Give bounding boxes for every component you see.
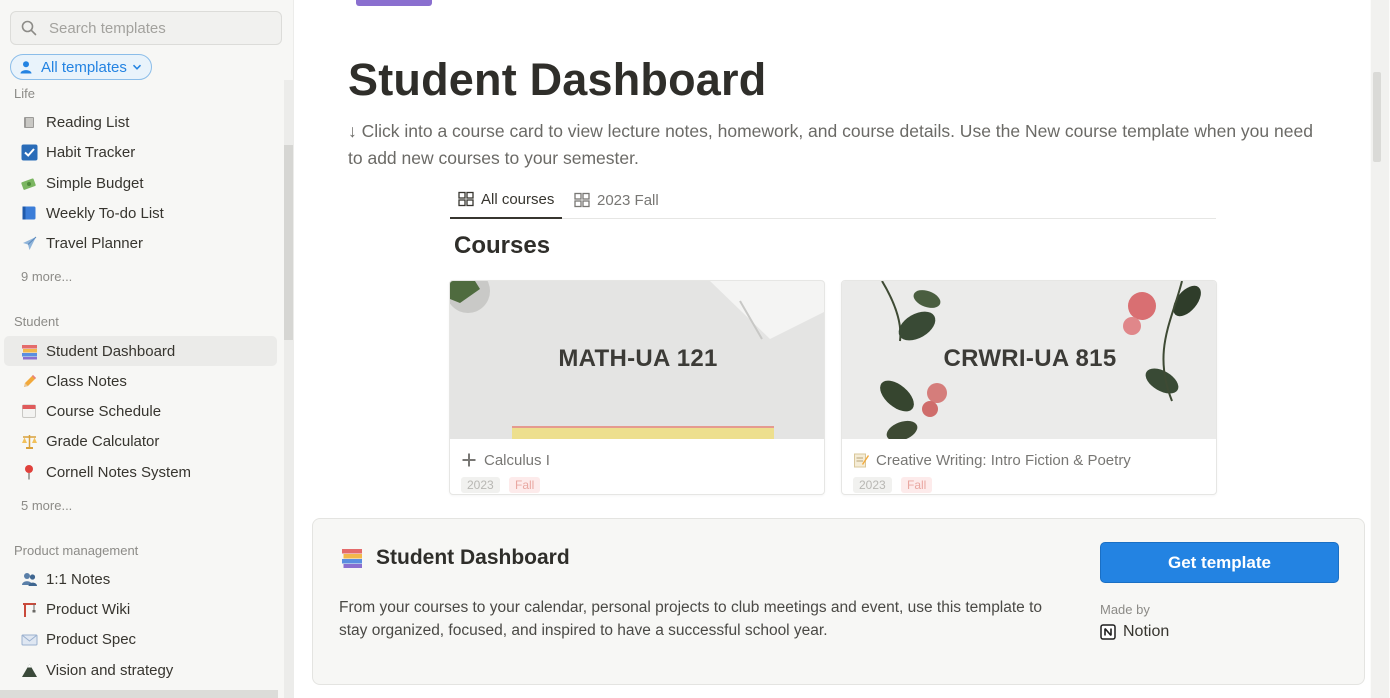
sidebar-item-label: Simple Budget xyxy=(46,174,144,192)
maker-link[interactable]: Notion xyxy=(1100,623,1169,641)
course-card-math[interactable]: MATH-UA 121 Calculus I 2023 Fall xyxy=(449,280,825,495)
search-input[interactable] xyxy=(49,19,269,37)
sidebar-item-label: Cornell Notes System xyxy=(46,463,192,481)
sidebar-item-label: Travel Planner xyxy=(46,234,143,252)
tab-label: 2023 Fall xyxy=(597,191,659,209)
view-tabs: All courses 2023 Fall xyxy=(450,181,1216,219)
mountain-icon xyxy=(20,661,38,679)
card-cover-code: MATH-UA 121 xyxy=(558,345,718,372)
card-title-text: Creative Writing: Intro Fiction & Poetry xyxy=(876,451,1131,469)
sidebar-item-label: Vision and strategy xyxy=(46,661,174,679)
person-icon xyxy=(20,61,32,74)
tag-year: 2023 xyxy=(853,477,892,493)
gallery-icon xyxy=(458,191,474,207)
sidebar-item-class-notes[interactable]: Class Notes xyxy=(4,366,277,396)
courses-heading: Courses xyxy=(454,232,551,259)
panel-title: Student Dashboard xyxy=(376,546,570,569)
people-icon xyxy=(20,570,38,588)
sidebar-item-simple-budget[interactable]: Simple Budget xyxy=(4,168,277,198)
sidebar-scrollbar-thumb[interactable] xyxy=(284,145,293,340)
made-by-label: Made by xyxy=(1100,602,1150,617)
books-icon xyxy=(20,342,38,360)
sidebar-item-label: Student Dashboard xyxy=(46,342,176,360)
card-cover-code: CRWRI-UA 815 xyxy=(943,345,1117,372)
sidebar-item-travel-planner[interactable]: Travel Planner xyxy=(4,228,277,258)
sidebar-item-student-dashboard[interactable]: Student Dashboard xyxy=(4,336,277,366)
money-icon xyxy=(20,174,38,192)
checkbox-icon xyxy=(20,143,38,161)
sidebar-item-vision-strategy[interactable]: Vision and strategy xyxy=(4,655,277,685)
scales-icon xyxy=(20,432,38,450)
tab-2023-fall[interactable]: 2023 Fall xyxy=(566,181,667,219)
memo-icon xyxy=(852,451,870,469)
tag-term: Fall xyxy=(901,477,933,493)
preview-scrollbar-thumb[interactable] xyxy=(1373,72,1381,162)
tag-term: Fall xyxy=(509,477,541,493)
sidebar-item-one-on-one-notes[interactable]: 1:1 Notes xyxy=(4,564,277,594)
airplane-icon xyxy=(20,234,38,252)
student-more-link[interactable]: 5 more... xyxy=(21,498,72,513)
template-filter-dropdown[interactable]: All templates xyxy=(10,54,152,80)
filter-label: All templates xyxy=(41,58,127,76)
notion-logo-icon xyxy=(1100,624,1116,640)
sidebar-item-label: Class Notes xyxy=(46,372,127,390)
sidebar-item-label: Product Spec xyxy=(46,630,137,648)
sidebar-item-label: Habit Tracker xyxy=(46,143,136,161)
page-title: Student Dashboard xyxy=(348,54,767,105)
sidebar-item-product-spec[interactable]: Product Spec xyxy=(4,624,277,654)
sidebar: All templates Life Reading List Habit Tr… xyxy=(0,0,294,698)
gallery-icon xyxy=(574,192,590,208)
tab-all-courses[interactable]: All courses xyxy=(450,181,563,219)
sidebar-item-label: 1:1 Notes xyxy=(46,570,111,588)
section-label-student: Student xyxy=(14,314,59,329)
card-cover-image: MATH-UA 121 xyxy=(450,281,824,439)
sidebar-item-label: Product Wiki xyxy=(46,600,131,618)
sidebar-item-label: Reading List xyxy=(46,113,130,131)
sidebar-item-label: Course Schedule xyxy=(46,402,162,420)
sidebar-item-cornell-notes[interactable]: Cornell Notes System xyxy=(4,457,277,487)
course-card-crwri[interactable]: CRWRI-UA 815 Creative Writing: Intro Fic… xyxy=(841,280,1217,495)
sidebar-item-reading-list[interactable]: Reading List xyxy=(4,107,277,137)
books-cover-icon xyxy=(356,0,432,6)
life-more-link[interactable]: 9 more... xyxy=(21,269,72,284)
section-label-product-management: Product management xyxy=(14,543,139,558)
tab-label: All courses xyxy=(481,190,555,208)
sidebar-item-weekly-todo[interactable]: Weekly To-do List xyxy=(4,198,277,228)
sidebar-item-product-wiki[interactable]: Product Wiki xyxy=(4,594,277,624)
card-title: Calculus I xyxy=(460,451,550,469)
card-title-text: Calculus I xyxy=(484,451,550,469)
maker-name: Notion xyxy=(1123,623,1170,640)
chevron-down-icon xyxy=(132,64,141,70)
get-template-button[interactable]: Get template xyxy=(1100,542,1339,583)
book-icon xyxy=(20,113,38,131)
template-info-panel: Student Dashboard From your courses to y… xyxy=(312,518,1365,685)
calendar-icon xyxy=(20,402,38,420)
page-description: ↓ Click into a course card to view lectu… xyxy=(348,121,1313,168)
plus-icon xyxy=(460,451,478,469)
tag-year: 2023 xyxy=(461,477,500,493)
envelope-icon xyxy=(20,630,38,648)
pencil-icon xyxy=(20,372,38,390)
sidebar-item-habit-tracker[interactable]: Habit Tracker xyxy=(4,137,277,167)
pin-icon xyxy=(20,463,38,481)
books-icon xyxy=(342,549,362,568)
sidebar-bottom-bar xyxy=(0,690,278,698)
sidebar-item-grade-calculator[interactable]: Grade Calculator xyxy=(4,426,277,456)
card-title: Creative Writing: Intro Fiction & Poetry xyxy=(852,451,1131,469)
crane-icon xyxy=(20,600,38,618)
preview-scrollbar[interactable] xyxy=(1370,0,1390,698)
sidebar-item-label: Grade Calculator xyxy=(46,432,160,450)
blue-book-icon xyxy=(20,204,38,222)
panel-description: From your courses to your calendar, pers… xyxy=(339,599,1043,639)
sidebar-item-course-schedule[interactable]: Course Schedule xyxy=(4,396,277,426)
sidebar-item-label: Weekly To-do List xyxy=(46,204,164,222)
search-box[interactable] xyxy=(10,11,282,45)
card-cover-image: CRWRI-UA 815 xyxy=(842,281,1216,439)
section-label-life: Life xyxy=(14,86,35,101)
search-icon xyxy=(21,20,37,36)
